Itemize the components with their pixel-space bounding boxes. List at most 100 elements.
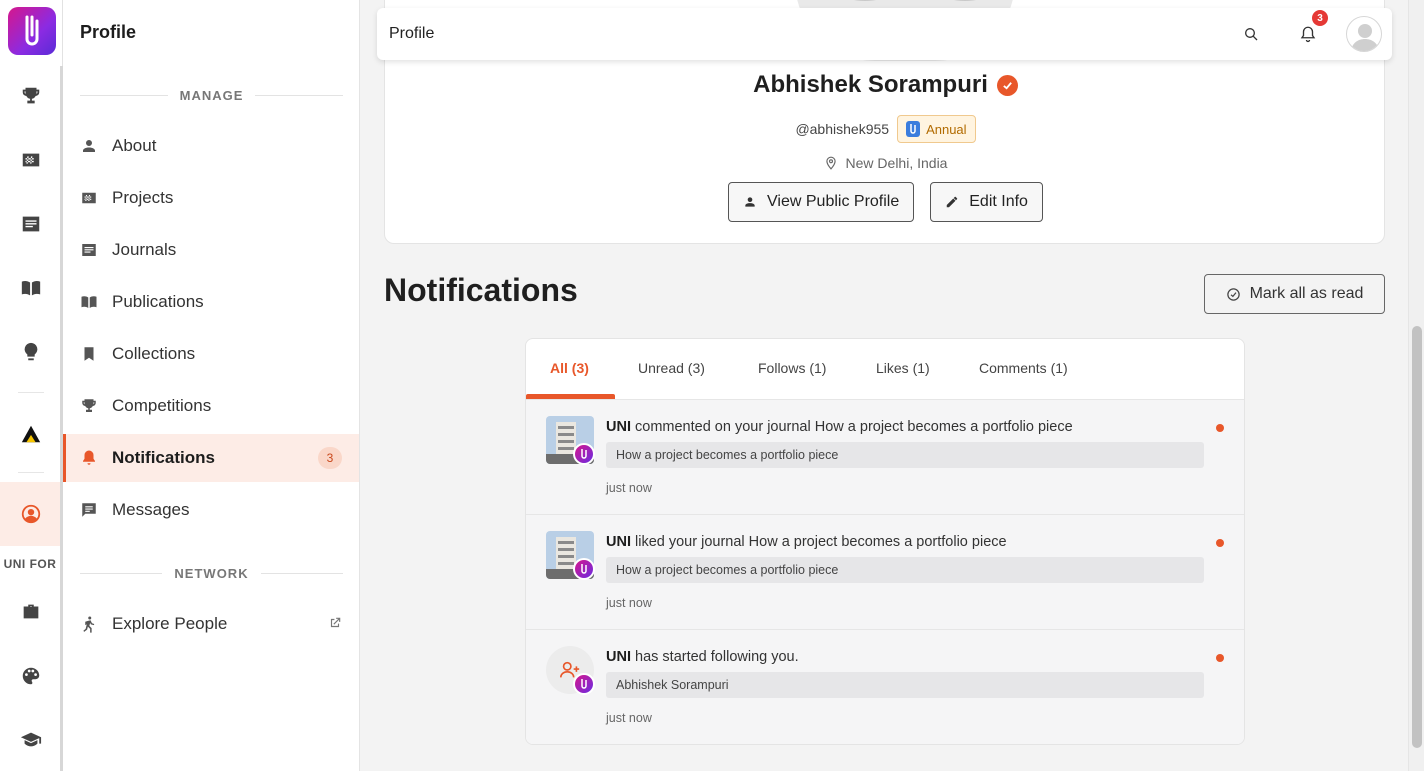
sidebar-item-notifications[interactable]: Notifications 3 — [63, 434, 359, 482]
sidebar-item-messages[interactable]: Messages — [63, 486, 359, 534]
edit-info-label: Edit Info — [969, 193, 1028, 210]
bell-icon — [80, 449, 98, 467]
notification-quote[interactable]: How a project becomes a portfolio piece — [606, 557, 1204, 583]
uni-logo-icon[interactable] — [8, 7, 56, 55]
tab-unread[interactable]: Unread (3) — [638, 360, 705, 376]
active-tab-indicator — [526, 394, 615, 399]
sidebar-item-competitions[interactable]: Competitions — [63, 382, 359, 430]
book-icon — [80, 293, 98, 311]
journal-icon[interactable] — [0, 192, 62, 256]
notification-text: UNI commented on your journal How a proj… — [606, 419, 1073, 435]
bell-icon[interactable] — [1299, 25, 1317, 43]
tab-comments[interactable]: Comments (1) — [979, 360, 1068, 376]
sidebar-item-explore-people[interactable]: Explore People — [63, 600, 359, 648]
rail-section-label: UNI FOR — [3, 557, 57, 571]
sidebar-item-label: Journals — [112, 240, 177, 259]
graduation-cap-icon[interactable] — [0, 708, 62, 771]
avatar[interactable] — [1346, 16, 1382, 52]
external-link-icon — [330, 617, 341, 628]
section-network-label: NETWORK — [174, 566, 249, 581]
notification-item[interactable]: UNI has started following you. Abhishek … — [526, 630, 1244, 744]
notification-actor[interactable]: UNI — [606, 419, 631, 435]
search-icon[interactable] — [1243, 26, 1259, 42]
notifications-panel: All (3) Unread (3) Follows (1) Likes (1)… — [525, 338, 1245, 745]
projects-icon[interactable] — [0, 128, 62, 192]
notification-message: has started following you. — [630, 649, 799, 665]
profile-location: New Delhi, India — [845, 155, 948, 171]
app-rail: UNI FOR — [0, 0, 63, 771]
uni-badge-icon — [573, 673, 595, 695]
notification-tabs: All (3) Unread (3) Follows (1) Likes (1)… — [526, 339, 1244, 400]
profile-handle: @abhishek955 — [795, 121, 890, 137]
notification-text: UNI has started following you. — [606, 649, 799, 665]
profile-circle-icon[interactable] — [0, 482, 62, 546]
sidebar-item-collections[interactable]: Collections — [63, 330, 359, 378]
unread-dot — [1216, 654, 1224, 662]
uni-badge-icon — [573, 558, 595, 580]
profile-location-row: New Delhi, India — [385, 155, 1386, 171]
main-content: Abhishek Sorampuri @abhishek955 Annual N… — [360, 0, 1408, 771]
sidebar-item-about[interactable]: About — [63, 122, 359, 170]
sidebar-item-label: Competitions — [112, 396, 212, 415]
notification-item[interactable]: UNI commented on your journal How a proj… — [526, 400, 1244, 515]
sidebar-item-label: Messages — [112, 500, 190, 519]
sidebar-item-projects[interactable]: Projects — [63, 174, 359, 222]
edit-info-button[interactable]: Edit Info — [930, 182, 1043, 222]
page-scrollbar[interactable] — [1408, 0, 1424, 771]
briefcase-icon[interactable] — [0, 580, 62, 644]
scrollbar-thumb[interactable] — [1412, 326, 1422, 748]
view-public-profile-button[interactable]: View Public Profile — [728, 182, 915, 222]
section-manage: MANAGE — [80, 88, 343, 103]
triangle-logo-icon[interactable] — [0, 402, 62, 466]
sidebar-item-label: Publications — [112, 292, 204, 311]
sidebar-item-label: About — [112, 136, 157, 155]
tab-all[interactable]: All (3) — [550, 360, 589, 376]
notification-count-badge: 3 — [318, 447, 342, 469]
bulb-icon[interactable] — [0, 320, 62, 384]
notification-time: just now — [606, 596, 652, 610]
sidebar-item-journals[interactable]: Journals — [63, 226, 359, 274]
notification-actor[interactable]: UNI — [606, 649, 631, 665]
sidebar-item-label: Explore People — [112, 614, 228, 633]
top-bar: Profile 3 — [377, 8, 1392, 60]
notification-quote[interactable]: Abhishek Sorampuri — [606, 672, 1204, 698]
notification-item[interactable]: UNI liked your journal How a project bec… — [526, 515, 1244, 630]
plan-label: Annual — [926, 121, 967, 137]
sidebar-item-label: Collections — [112, 344, 196, 363]
notification-text: UNI liked your journal How a project bec… — [606, 534, 1007, 550]
page-title: Profile — [389, 25, 435, 42]
profile-handle-row: @abhishek955 Annual — [385, 115, 1386, 143]
rail-divider — [18, 472, 44, 473]
palette-icon[interactable] — [0, 644, 62, 708]
sidebar-item-publications[interactable]: Publications — [63, 278, 359, 326]
person-walking-icon — [80, 615, 98, 633]
notification-actor[interactable]: UNI — [606, 534, 631, 550]
section-network: NETWORK — [80, 566, 344, 581]
projects-icon — [80, 189, 98, 207]
tab-likes[interactable]: Likes (1) — [876, 360, 930, 376]
notification-time: just now — [606, 711, 652, 725]
mark-all-read-button[interactable]: Mark all as read — [1204, 274, 1385, 314]
notification-time: just now — [606, 481, 652, 495]
profile-name-row: Abhishek Sorampuri — [385, 71, 1386, 99]
sidebar-item-label: Projects — [112, 188, 174, 207]
rail-divider — [18, 392, 44, 393]
notification-count-badge: 3 — [1312, 10, 1328, 26]
profile-actions: View Public Profile Edit Info — [385, 182, 1386, 222]
message-icon — [80, 501, 98, 519]
sidebar-item-label: Notifications — [112, 448, 215, 467]
unread-dot — [1216, 424, 1224, 432]
book-icon[interactable] — [0, 256, 62, 320]
tab-follows[interactable]: Follows (1) — [758, 360, 826, 376]
view-public-profile-label: View Public Profile — [767, 193, 900, 210]
journal-icon — [80, 241, 98, 259]
plan-logo-icon — [906, 121, 921, 137]
pencil-icon — [947, 196, 958, 208]
mark-all-read-label: Mark all as read — [1249, 285, 1364, 302]
location-pin-icon — [825, 156, 836, 170]
trophy-icon[interactable] — [0, 64, 62, 128]
bookmark-icon — [80, 345, 98, 363]
profile-sidebar: Profile MANAGE About Projects Journals P… — [63, 0, 360, 771]
check-circle-icon — [1226, 287, 1240, 301]
notification-quote[interactable]: How a project becomes a portfolio piece — [606, 442, 1204, 468]
